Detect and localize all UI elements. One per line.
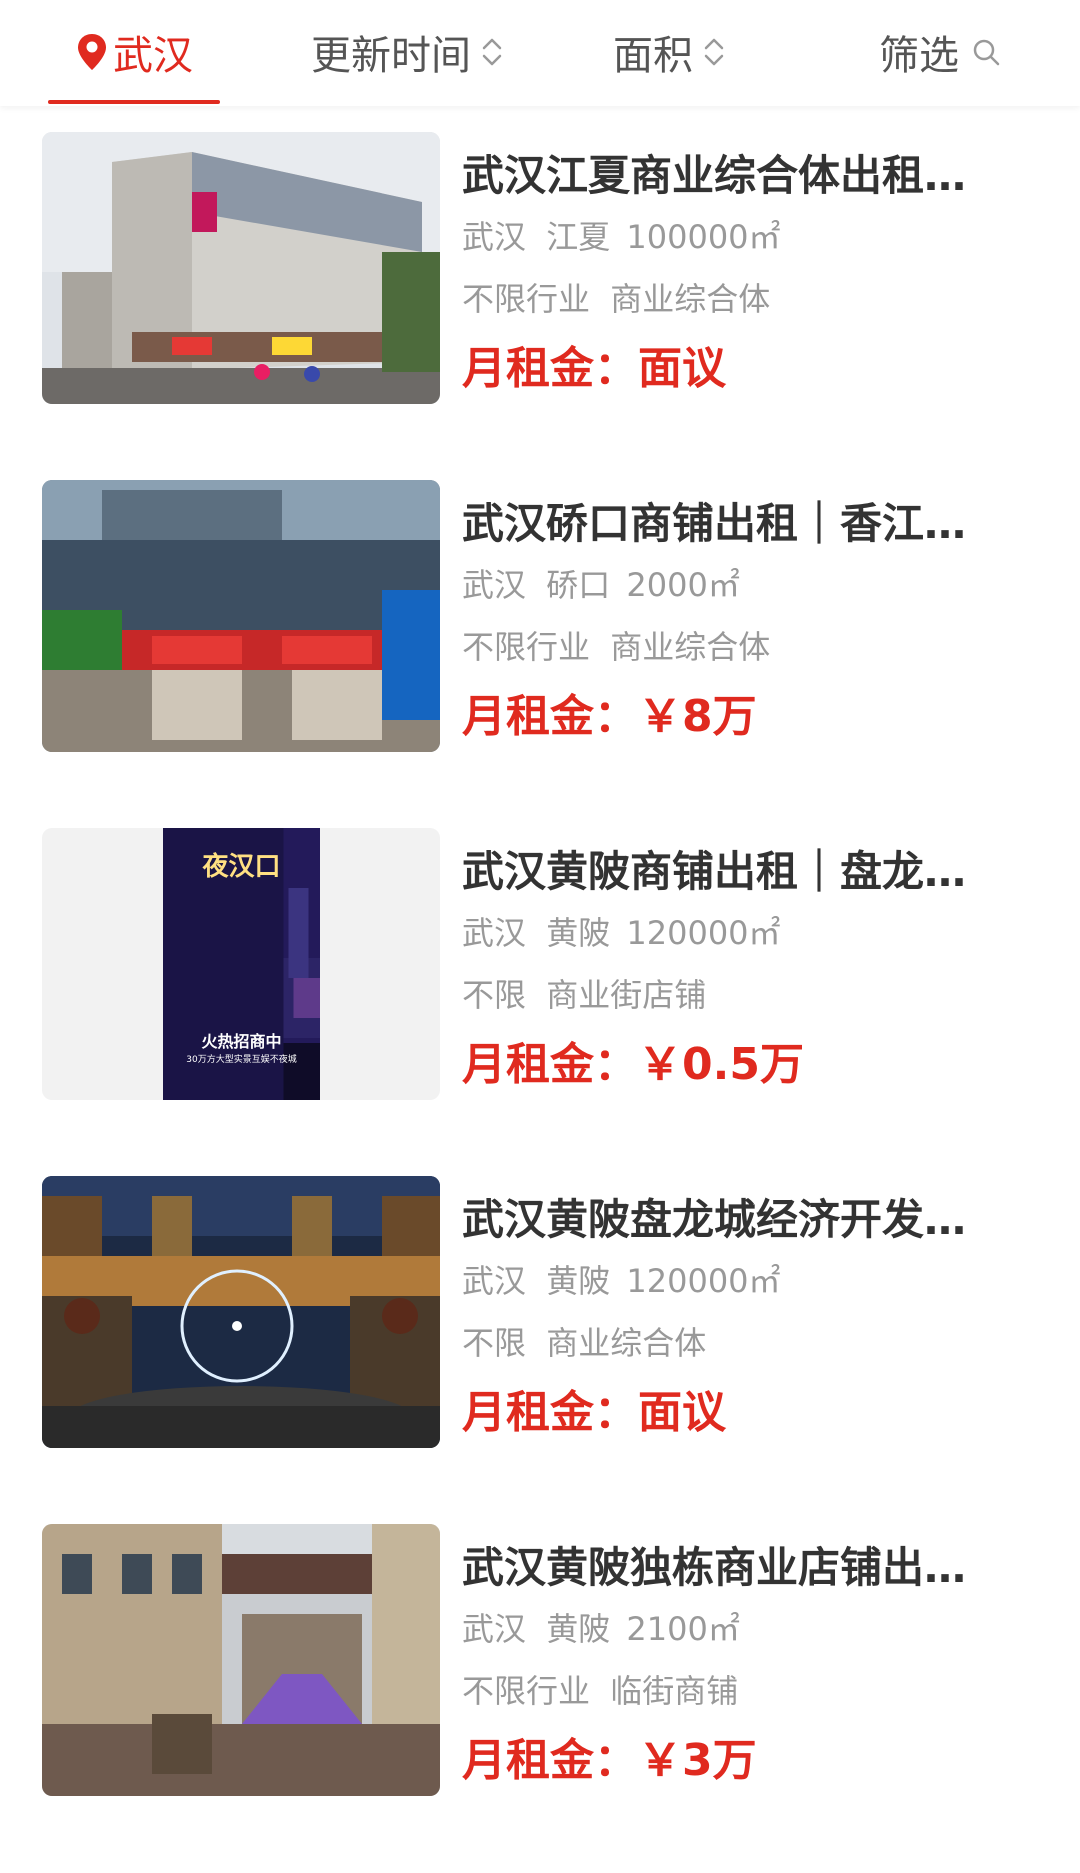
listing-title: 武汉江夏商业综合体出租… — [462, 151, 967, 200]
listing-area: 2100㎡ — [626, 1610, 740, 1648]
active-tab-indicator — [48, 100, 220, 104]
sort-toggle-icon — [704, 38, 724, 66]
listing-industry: 不限 — [462, 976, 527, 1014]
sort-toggle-icon — [482, 38, 502, 66]
listing-type: 商业街店铺 — [546, 976, 707, 1014]
listing-city: 武汉 — [462, 914, 527, 952]
promo-poster: 夜汉口 火热招商中 30万方大型实景互娱不夜城 — [163, 828, 320, 1100]
listing-title: 武汉黄陂盘龙城经济开发… — [462, 1195, 967, 1244]
listing-title: 武汉硚口商铺出租｜香江… — [462, 499, 967, 548]
listing-photo — [42, 132, 440, 404]
listing-price: 月租金：面议 — [462, 1387, 726, 1438]
area-label: 面积 — [613, 33, 693, 79]
listing-title: 武汉黄陂独栋商业店铺出… — [462, 1543, 967, 1592]
listing-photo — [42, 1176, 440, 1448]
listing-industry: 不限 — [462, 1324, 527, 1362]
listing-city: 武汉 — [462, 1262, 527, 1300]
screen-filter-label: 筛选 — [879, 33, 959, 79]
listing-location: 武汉 黄陂 120000㎡ — [462, 908, 1042, 954]
listing-card[interactable]: 武汉江夏商业综合体出租… 武汉 江夏 100000㎡ 不限行业 商业综合体 月租… — [42, 118, 1042, 418]
listing-district: 硚口 — [546, 566, 611, 604]
listing-district: 黄陂 — [546, 1262, 611, 1300]
listing-price: 月租金：￥8万 — [462, 691, 757, 742]
listing-photo — [42, 1524, 440, 1796]
update-time-label: 更新时间 — [311, 33, 471, 79]
listing-card[interactable]: 夜汉口 火热招商中 30万方大型实景互娱不夜城 武汉黄陂商铺出租｜盘龙… 武汉 … — [42, 814, 1042, 1114]
listing-photo — [42, 480, 440, 752]
listing-district: 黄陂 — [546, 914, 611, 952]
listing-area: 120000㎡ — [626, 1262, 781, 1300]
sort-by-update-time[interactable]: 更新时间 — [288, 0, 528, 104]
screen-filter[interactable]: 筛选 — [870, 0, 1010, 104]
listing-location: 武汉 硚口 2000㎡ — [462, 560, 1042, 606]
listing-location: 武汉 江夏 100000㎡ — [462, 212, 1042, 258]
listing-district: 黄陂 — [546, 1610, 611, 1648]
filter-bar: 武汉 更新时间 面积 筛选 — [0, 0, 1080, 106]
sort-by-area[interactable]: 面积 — [600, 0, 740, 104]
listing-category: 不限 商业综合体 — [462, 1318, 1042, 1364]
listing-type: 商业综合体 — [610, 628, 771, 666]
listing-area: 100000㎡ — [626, 218, 781, 256]
listing-title: 武汉黄陂商铺出租｜盘龙… — [462, 847, 967, 896]
listing-type: 商业综合体 — [546, 1324, 707, 1362]
listing-category: 不限 商业街店铺 — [462, 970, 1042, 1016]
listing-industry: 不限行业 — [462, 280, 591, 318]
listing-info: 武汉江夏商业综合体出租… 武汉 江夏 100000㎡ 不限行业 商业综合体 月租… — [462, 118, 1042, 418]
listing-card[interactable]: 武汉黄陂独栋商业店铺出… 武汉 黄陂 2100㎡ 不限行业 临街商铺 月租金：￥… — [42, 1510, 1042, 1810]
city-filter-label: 武汉 — [113, 33, 193, 79]
listing-city: 武汉 — [462, 1610, 527, 1648]
listing-location: 武汉 黄陂 120000㎡ — [462, 1256, 1042, 1302]
listing-city: 武汉 — [462, 218, 527, 256]
listing-info: 武汉黄陂独栋商业店铺出… 武汉 黄陂 2100㎡ 不限行业 临街商铺 月租金：￥… — [462, 1510, 1042, 1810]
poster-subtitle: 30万方大型实景互娱不夜城 — [186, 1055, 297, 1065]
listing-location: 武汉 黄陂 2100㎡ — [462, 1604, 1042, 1650]
listing-price: 月租金：￥3万 — [462, 1735, 757, 1786]
listing-industry: 不限行业 — [462, 628, 591, 666]
listing-area: 2000㎡ — [626, 566, 740, 604]
listing-price: 月租金：面议 — [462, 343, 726, 394]
listing-district: 江夏 — [546, 218, 611, 256]
listing-info: 武汉黄陂商铺出租｜盘龙… 武汉 黄陂 120000㎡ 不限 商业街店铺 月租金：… — [462, 814, 1042, 1114]
listing-card[interactable]: 武汉黄陂盘龙城经济开发… 武汉 黄陂 120000㎡ 不限 商业综合体 月租金：… — [42, 1162, 1042, 1462]
listing-info: 武汉黄陂盘龙城经济开发… 武汉 黄陂 120000㎡ 不限 商业综合体 月租金：… — [462, 1162, 1042, 1462]
listing-photo: 夜汉口 火热招商中 30万方大型实景互娱不夜城 — [42, 828, 440, 1100]
listing-price: 月租金：￥0.5万 — [462, 1039, 804, 1090]
listing-type: 临街商铺 — [610, 1672, 739, 1710]
listing-category: 不限行业 临街商铺 — [462, 1666, 1042, 1712]
search-icon — [973, 39, 1000, 66]
listing-area: 120000㎡ — [626, 914, 781, 952]
listing-info: 武汉硚口商铺出租｜香江… 武汉 硚口 2000㎡ 不限行业 商业综合体 月租金：… — [462, 466, 1042, 766]
listing-city: 武汉 — [462, 566, 527, 604]
listing-page: 武汉 更新时间 面积 筛选 武汉江夏商业综合体出租… 武汉 江夏 100000㎡… — [0, 0, 1080, 1873]
city-filter[interactable]: 武汉 — [48, 0, 220, 104]
listing-category: 不限行业 商业综合体 — [462, 274, 1042, 320]
poster-slogan: 火热招商中 — [201, 1032, 282, 1051]
listing-category: 不限行业 商业综合体 — [462, 622, 1042, 668]
listing-industry: 不限行业 — [462, 1672, 591, 1710]
listing-type: 商业综合体 — [610, 280, 771, 318]
location-pin-icon — [78, 34, 106, 70]
poster-title: 夜汉口 — [202, 852, 281, 882]
listing-card[interactable]: 武汉硚口商铺出租｜香江… 武汉 硚口 2000㎡ 不限行业 商业综合体 月租金：… — [42, 466, 1042, 766]
